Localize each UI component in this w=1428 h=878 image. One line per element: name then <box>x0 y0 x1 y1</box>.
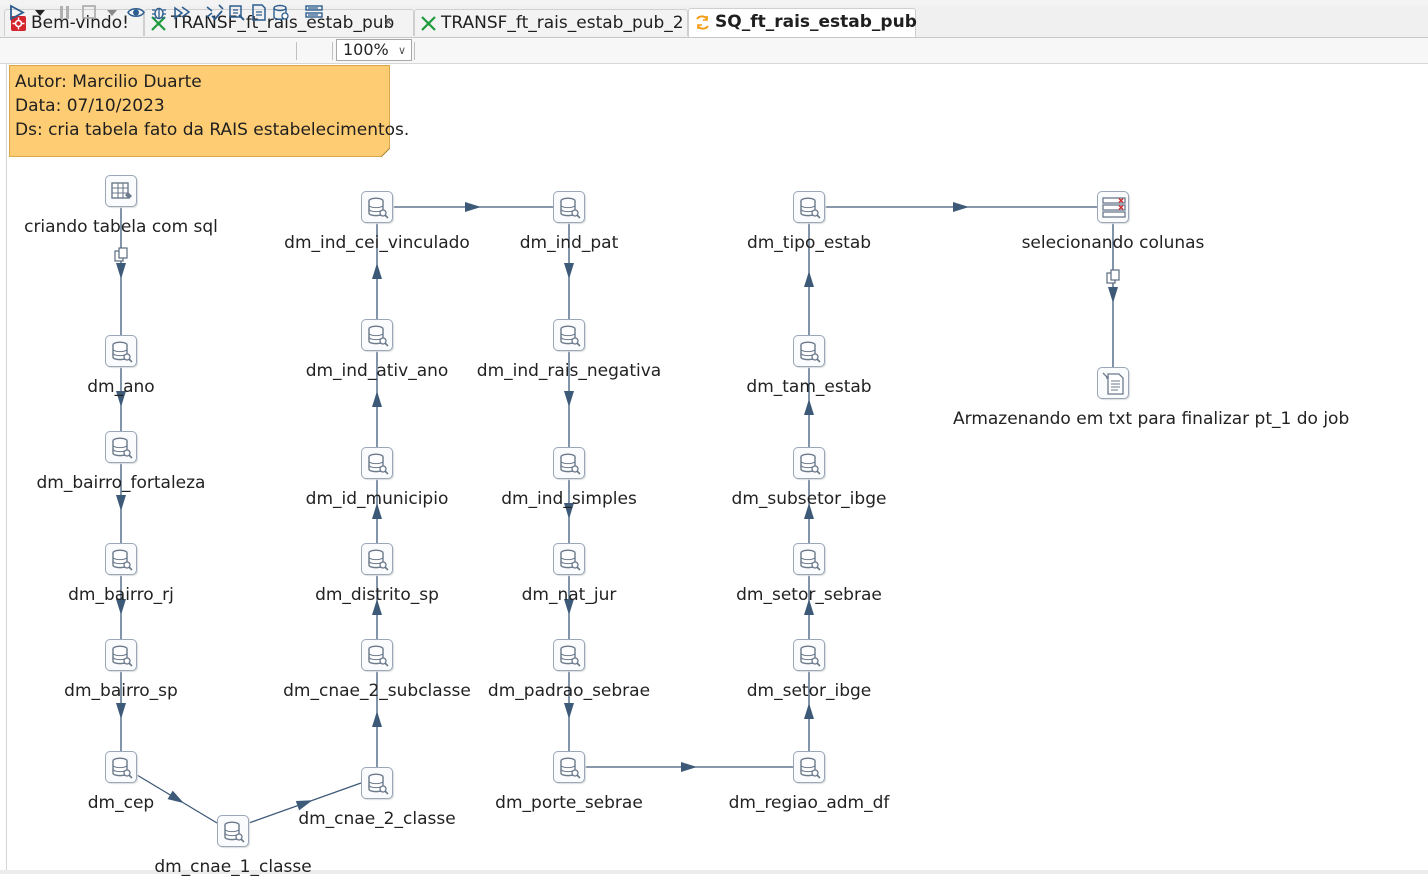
step-dm-bairro-rj[interactable] <box>105 543 137 575</box>
step-label: dm_regiao_adm_df <box>728 793 890 813</box>
step-dm-id-municipio[interactable] <box>361 447 393 479</box>
step-label: dm_setor_ibge <box>746 681 872 701</box>
step-dm-cep[interactable] <box>105 751 137 783</box>
table-input-icon <box>560 549 581 571</box>
hop-arrow-icon <box>116 495 126 511</box>
table-input-icon <box>560 453 581 475</box>
hop-arrow-icon <box>372 391 382 407</box>
hop-arrow-icon <box>804 271 814 287</box>
table-input-icon <box>800 549 821 571</box>
table-input-icon <box>560 197 581 219</box>
step-dm-ano[interactable] <box>105 335 137 367</box>
table-input-icon <box>112 645 133 667</box>
table-input-icon <box>368 549 389 571</box>
table-input-icon <box>368 645 389 667</box>
table-input-icon <box>112 757 133 779</box>
step-dm-nat-jur[interactable] <box>553 543 585 575</box>
step-dm-cnae-2-subclasse[interactable] <box>361 639 393 671</box>
table-input-icon <box>368 197 389 219</box>
hop-arrow-icon <box>116 263 126 279</box>
table-input-icon <box>800 453 821 475</box>
select-values-icon <box>1102 197 1126 218</box>
table-input-icon <box>112 437 133 459</box>
step-dm-distrito-sp[interactable] <box>361 543 393 575</box>
step-dm-bairro-fortaleza[interactable] <box>105 431 137 463</box>
hop-arrow-icon <box>465 202 481 212</box>
step-dm-ind-pat[interactable] <box>553 191 585 223</box>
hop-arrow-icon <box>564 703 574 719</box>
table-input-icon <box>800 757 821 779</box>
hop-arrow-icon <box>681 762 697 772</box>
hop-arrow-icon <box>564 263 574 279</box>
hop-arrow-icon <box>564 391 574 407</box>
step-dm-ind-cei-vinculado[interactable] <box>361 191 393 223</box>
hop-arrow-icon <box>372 263 382 279</box>
step-label: dm_subsetor_ibge <box>731 489 887 509</box>
step-armazenando[interactable] <box>1097 367 1129 399</box>
step-label: dm_setor_sebrae <box>736 585 882 605</box>
hop-arrow-icon <box>372 711 382 727</box>
table-input-icon <box>800 645 821 667</box>
step-selecionando-colunas[interactable] <box>1097 191 1129 223</box>
step-dm-regiao-adm-df[interactable] <box>793 751 825 783</box>
step-dm-cnae-2-classe[interactable] <box>361 767 393 799</box>
step-label: selecionando colunas <box>1021 233 1205 253</box>
hops-layer <box>116 202 1118 824</box>
text-file-output-icon <box>1102 372 1124 395</box>
table-input-icon <box>368 773 389 795</box>
step-label: dm_tipo_estab <box>746 233 872 253</box>
step-label: dm_cnae_1_classe <box>154 857 312 877</box>
step-dm-ind-rais-negativa[interactable] <box>553 319 585 351</box>
step-dm-subsetor-ibge[interactable] <box>793 447 825 479</box>
table-input-icon <box>112 341 133 363</box>
step-label: Armazenando em txt para finalizar pt_1 d… <box>953 409 1350 429</box>
hop-arrow-icon <box>953 202 969 212</box>
table-input-icon <box>560 645 581 667</box>
table-input-icon <box>800 341 821 363</box>
hop-arrow-icon <box>1108 287 1118 303</box>
step-dm-ind-ativ-ano[interactable] <box>361 319 393 351</box>
step-dm-bairro-sp[interactable] <box>105 639 137 671</box>
table-input-icon <box>112 549 133 571</box>
table-input-icon <box>560 325 581 347</box>
table-input-icon <box>800 197 821 219</box>
table-input-icon <box>368 325 389 347</box>
table-input-icon <box>368 453 389 475</box>
step-dm-setor-sebrae[interactable] <box>793 543 825 575</box>
copy-rows-icon <box>1106 269 1120 284</box>
step-dm-tam-estab[interactable] <box>793 335 825 367</box>
step-dm-porte-sebrae[interactable] <box>553 751 585 783</box>
hop-arrow-icon <box>804 703 814 719</box>
sql-script-icon <box>111 182 132 199</box>
step-dm-padrao-sebrae[interactable] <box>553 639 585 671</box>
step-criando-tabela[interactable] <box>105 175 137 207</box>
copy-rows-icon <box>114 247 128 262</box>
step-dm-setor-ibge[interactable] <box>793 639 825 671</box>
hop-arrow-icon <box>116 703 126 719</box>
hop-arrow-icon <box>804 399 814 415</box>
step-dm-tipo-estab[interactable] <box>793 191 825 223</box>
table-input-icon <box>560 757 581 779</box>
step-label: dm_tam_estab <box>746 377 872 397</box>
step-dm-ind-simples[interactable] <box>553 447 585 479</box>
